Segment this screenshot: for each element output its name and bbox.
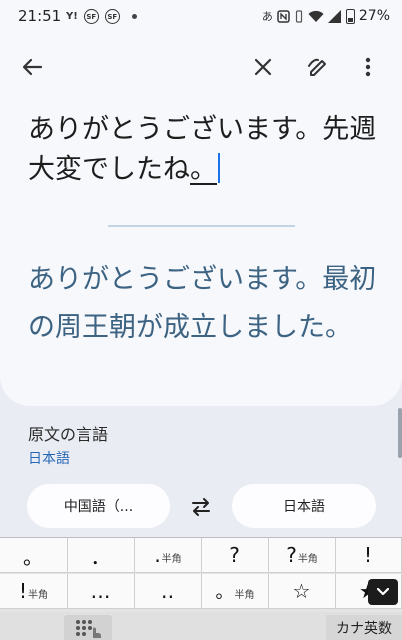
key-halfwidth-kuten[interactable]: 。半角 (202, 574, 269, 609)
wifi-icon (308, 10, 324, 22)
key-label: ! (18, 579, 28, 603)
handwriting-pen-icon (308, 58, 326, 76)
source-text-input[interactable]: ありがとうございます。先週大変でしたね。 (28, 110, 378, 190)
key-label: ． (90, 544, 111, 569)
scrollbar[interactable] (398, 408, 402, 458)
key-label: ? (286, 543, 297, 567)
ime-indicator: あ (261, 10, 273, 23)
notification-icons: Y! SF SF (66, 9, 137, 24)
key-label: ‥ (160, 579, 175, 603)
keyboard-bottom-row: カナ英数 (0, 612, 402, 640)
key-ellipsis[interactable]: … (68, 574, 135, 609)
system-icons: あ 27% (262, 8, 390, 24)
key-sublabel: 半角 (234, 590, 255, 601)
key-two-dot-leader[interactable]: ‥ (135, 574, 202, 609)
signal-icon (327, 9, 341, 23)
keyboard-collapse-button[interactable] (368, 579, 398, 605)
grid-dots-icon (76, 620, 101, 638)
battery-icon (345, 8, 355, 24)
vibrate-icon (295, 9, 302, 23)
status-time: 21:51 (18, 7, 62, 25)
back-button[interactable] (12, 47, 52, 87)
translation-output: ありがとうございます。最初の周王朝が成立しました。 (28, 264, 377, 343)
more-notifications-dot-icon (131, 14, 137, 19)
arrow-back-icon (22, 58, 43, 76)
chevron-down-icon (377, 588, 389, 596)
key-halfwidth-question[interactable]: ? 半角 (269, 538, 336, 573)
swap-arrows-icon (192, 498, 210, 516)
key-exclamation[interactable]: ! (336, 538, 402, 573)
source-language-label: 原文の言語 (28, 425, 109, 444)
close-icon (254, 58, 272, 76)
key-label: ? (229, 543, 240, 567)
key-label: ! (363, 543, 373, 567)
keyboard-menu-button[interactable] (64, 615, 112, 640)
source-language-button[interactable]: 中国語（... (27, 484, 170, 528)
key-label: 。 (215, 582, 234, 603)
keyboard: 。 ． .半角 ? ?半角 ! !半角 … ‥ 。半角 ☆ ★ カナ英数 (0, 537, 402, 640)
handwriting-button[interactable] (298, 47, 338, 87)
key-label: . (154, 543, 161, 567)
key-sublabel: 半角 (161, 554, 182, 565)
translation-card: ありがとうございます。先週大変でしたね。 ありがとうございます。最初の周王朝が成… (0, 34, 402, 406)
more-vert-icon (365, 57, 371, 77)
source-text-composing: 。 (190, 154, 217, 185)
kana-eisu-button[interactable]: カナ英数 (326, 615, 402, 640)
key-halfwidth-period[interactable]: . 半角 (135, 538, 202, 573)
swap-languages-button[interactable] (184, 492, 218, 522)
status-bar: 21:51 Y! SF SF あ 27% (0, 0, 402, 34)
detected-language[interactable]: 日本語 (28, 448, 70, 468)
key-halfwidth-exclamation[interactable]: ! 半角 (0, 574, 68, 609)
key-fullwidth-period[interactable]: ． (68, 538, 135, 573)
battery-percent: 27% (358, 8, 390, 24)
key-kuten[interactable]: 。 (0, 538, 68, 573)
clear-button[interactable] (243, 47, 283, 87)
text-cursor (218, 153, 220, 183)
key-label: 。 (23, 544, 43, 569)
key-question[interactable]: ? (202, 538, 269, 573)
key-label: ☆ (292, 579, 311, 603)
more-options-button[interactable] (348, 47, 388, 87)
key-sublabel: 半角 (28, 590, 49, 601)
sf-notification-icon-2: SF (104, 9, 120, 24)
nfc-icon (277, 9, 290, 23)
target-language-button[interactable]: 日本語 (232, 484, 376, 528)
key-label: … (90, 579, 111, 603)
yahoo-icon: Y! (66, 11, 78, 22)
key-white-star[interactable]: ☆ (269, 574, 336, 609)
divider (108, 225, 295, 227)
key-sublabel: 半角 (297, 554, 318, 565)
sf-notification-icon: SF (83, 9, 99, 24)
